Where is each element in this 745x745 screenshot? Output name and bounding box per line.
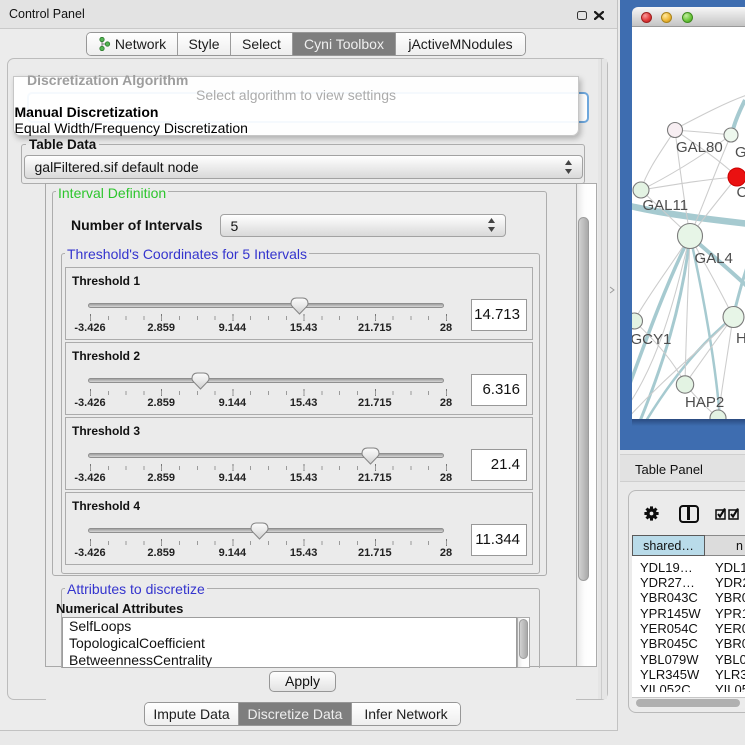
- svg-text:GCY1: GCY1: [632, 331, 671, 348]
- svg-text:GAL: GAL: [735, 144, 745, 161]
- svg-text:HAP2: HAP2: [685, 394, 724, 411]
- svg-text:GAL4: GAL4: [695, 250, 733, 267]
- svg-text:GAL80: GAL80: [676, 139, 723, 156]
- svg-text:GAL11: GAL11: [643, 197, 689, 214]
- svg-text:HI: HI: [736, 330, 745, 347]
- svg-text:CY: CY: [737, 184, 745, 201]
